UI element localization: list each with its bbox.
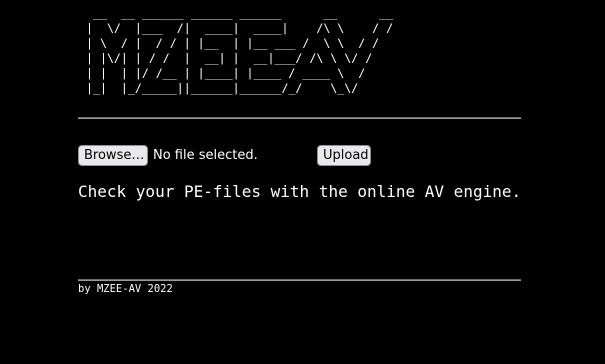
browse-button[interactable]: Browse… xyxy=(78,145,148,166)
header-divider xyxy=(78,117,521,119)
upload-button[interactable]: Upload xyxy=(317,145,371,166)
footer-divider xyxy=(78,279,521,281)
footer-credit: by MZEE-AV 2022 xyxy=(78,283,173,295)
file-status-text: No file selected. xyxy=(153,148,258,163)
upload-form: Browse… No file selected. Upload xyxy=(78,145,378,167)
ascii-logo: __ __ ______ ______ ______ __ __ | \/ |_… xyxy=(86,6,394,95)
tagline: Check your PE-files with the online AV e… xyxy=(78,182,522,201)
